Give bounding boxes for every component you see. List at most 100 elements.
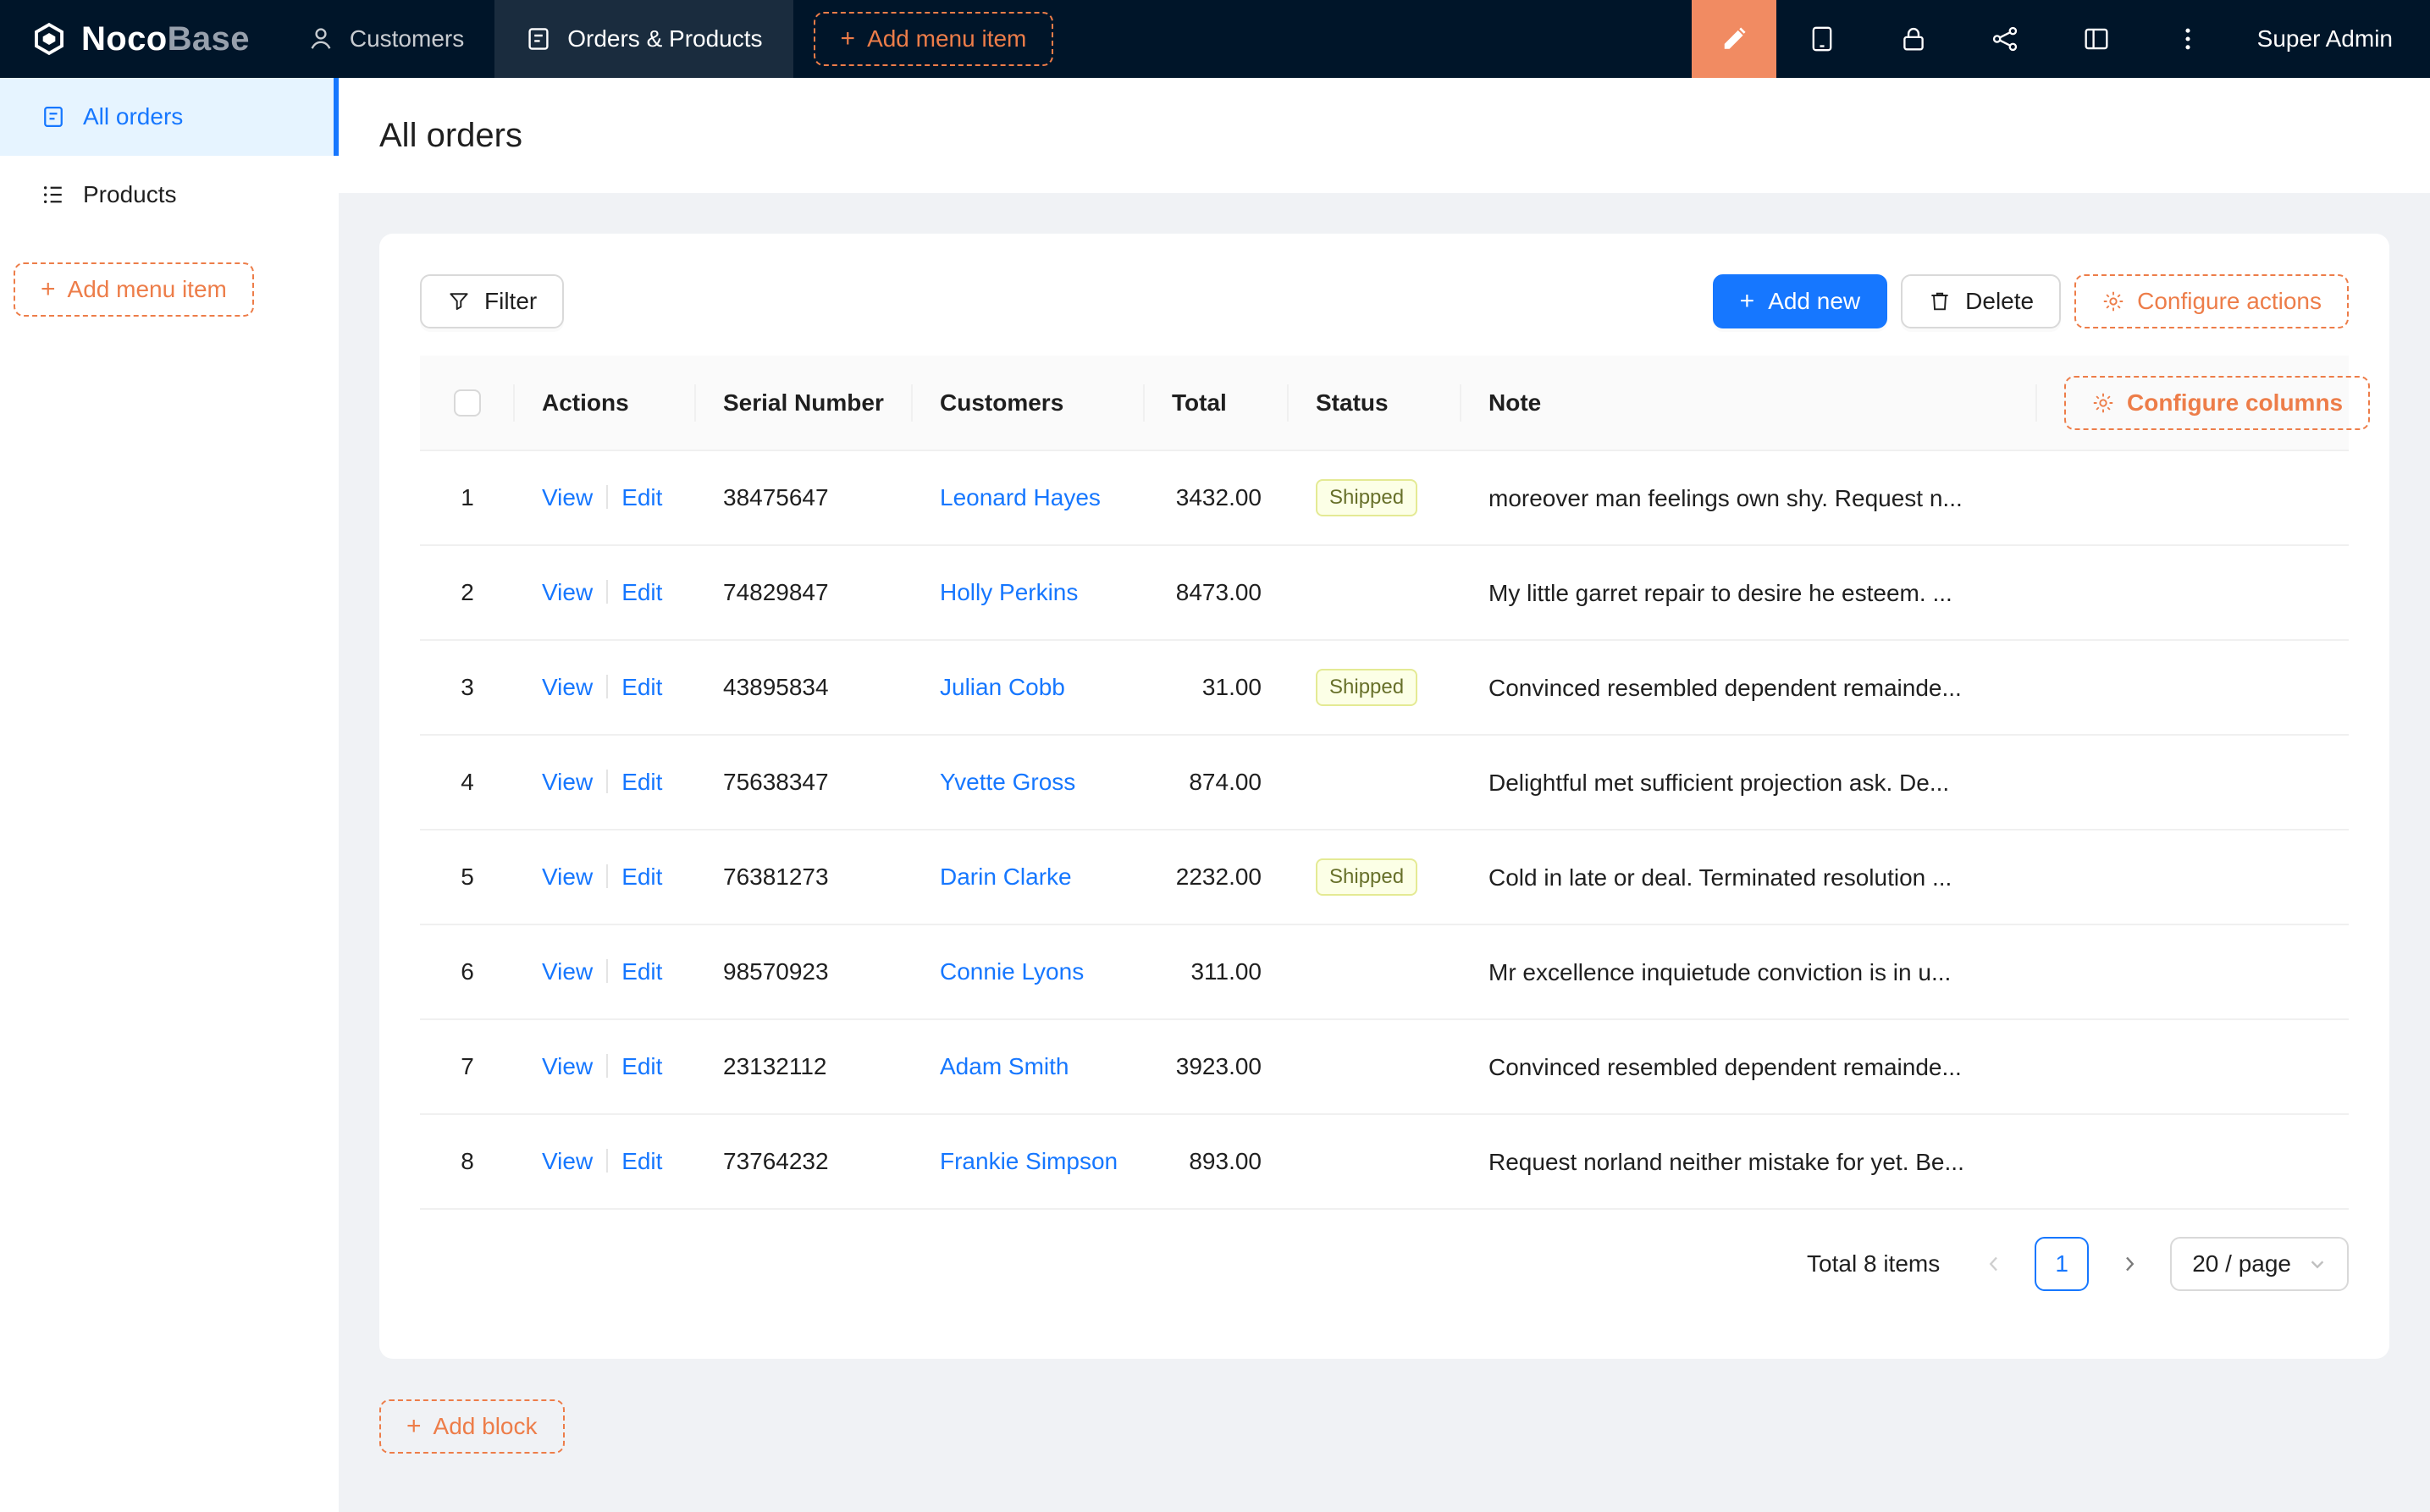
customer-link[interactable]: Yvette Gross bbox=[940, 769, 1075, 795]
actions-divider bbox=[606, 959, 608, 983]
more-button[interactable] bbox=[2142, 0, 2234, 78]
nocobase-logo-icon bbox=[30, 20, 68, 58]
plugin-manager-button[interactable] bbox=[1959, 0, 2051, 78]
customer-link[interactable]: Frankie Simpson bbox=[940, 1148, 1118, 1174]
edit-link[interactable]: Edit bbox=[621, 484, 662, 510]
pagination-prev-button[interactable] bbox=[1967, 1237, 2021, 1291]
customer-cell: Frankie Simpson bbox=[913, 1114, 1145, 1209]
chevron-down-icon bbox=[2308, 1255, 2327, 1273]
view-link[interactable]: View bbox=[542, 674, 593, 700]
customer-link[interactable]: Adam Smith bbox=[940, 1053, 1069, 1079]
total-cell: 3432.00 bbox=[1145, 450, 1289, 545]
configure-actions-button[interactable]: Configure actions bbox=[2074, 274, 2349, 328]
sidebar-item-products[interactable]: Products bbox=[0, 156, 339, 234]
total-value: 3923.00 bbox=[1176, 1053, 1262, 1079]
row-index: 1 bbox=[461, 484, 474, 510]
user-menu[interactable]: Super Admin bbox=[2234, 0, 2430, 78]
pagination-next-button[interactable] bbox=[2102, 1237, 2157, 1291]
filter-button[interactable]: Filter bbox=[420, 274, 564, 328]
serial-value: 75638347 bbox=[723, 769, 829, 795]
nocobase-logo[interactable]: NocoBase bbox=[0, 0, 277, 78]
pagination-page-1[interactable]: 1 bbox=[2035, 1237, 2089, 1291]
serial-cell: 73764232 bbox=[696, 1114, 913, 1209]
sidebar: All orders Products + Add menu item bbox=[0, 78, 339, 1512]
customer-link[interactable]: Holly Perkins bbox=[940, 579, 1078, 605]
total-cell: 3923.00 bbox=[1145, 1019, 1289, 1114]
add-menu-item-button-navbar[interactable]: + Add menu item bbox=[814, 12, 1054, 66]
edit-link[interactable]: Edit bbox=[621, 958, 662, 985]
view-link[interactable]: View bbox=[542, 1053, 593, 1079]
view-link[interactable]: View bbox=[542, 864, 593, 890]
total-value: 8473.00 bbox=[1176, 579, 1262, 605]
page-size-select[interactable]: 20 / page bbox=[2170, 1237, 2349, 1291]
view-link[interactable]: View bbox=[542, 958, 593, 985]
table-row: 8 ViewEdit 73764232 Frankie Simpson 893.… bbox=[420, 1114, 2349, 1209]
add-menu-item-button-sidebar[interactable]: + Add menu item bbox=[14, 262, 254, 317]
navbar-right: Super Admin bbox=[1692, 0, 2430, 78]
settings-center-button[interactable] bbox=[2051, 0, 2142, 78]
sidebar-item-all-orders[interactable]: All orders bbox=[0, 78, 339, 156]
customer-link[interactable]: Connie Lyons bbox=[940, 958, 1084, 985]
view-link[interactable]: View bbox=[542, 484, 593, 510]
lock-icon bbox=[1899, 25, 1928, 53]
page-size-value: 20 / page bbox=[2192, 1250, 2291, 1277]
mobile-client-button[interactable] bbox=[1776, 0, 1868, 78]
row-index-cell: 7 bbox=[420, 1019, 515, 1114]
actions-divider bbox=[606, 1054, 608, 1078]
note-cell: Mr excellence inquietude conviction is i… bbox=[1461, 924, 2037, 1019]
spacer-cell bbox=[2037, 450, 2349, 545]
add-new-button[interactable]: + Add new bbox=[1713, 274, 1888, 328]
row-actions-cell: View Edit bbox=[515, 830, 696, 924]
add-block-button[interactable]: + Add block bbox=[379, 1399, 565, 1454]
total-value: 31.00 bbox=[1202, 674, 1262, 700]
spacer-cell bbox=[2037, 545, 2349, 640]
delete-label: Delete bbox=[1965, 288, 2034, 315]
trash-icon bbox=[1928, 290, 1952, 313]
customer-link[interactable]: Julian Cobb bbox=[940, 674, 1065, 700]
total-cell: 31.00 bbox=[1145, 640, 1289, 735]
total-cell: 893.00 bbox=[1145, 1114, 1289, 1209]
row-actions-cell: View Edit bbox=[515, 924, 696, 1019]
orders-page-icon bbox=[41, 104, 66, 130]
customer-cell: Yvette Gross bbox=[913, 735, 1145, 830]
main-nav: Customers Orders & Products bbox=[277, 0, 793, 78]
row-index-cell: 3 bbox=[420, 640, 515, 735]
total-value: 874.00 bbox=[1189, 769, 1262, 795]
edit-link[interactable]: Edit bbox=[621, 1053, 662, 1079]
actions-divider bbox=[606, 485, 608, 509]
row-index: 6 bbox=[461, 958, 474, 985]
plus-icon: + bbox=[41, 277, 56, 302]
edit-link[interactable]: Edit bbox=[621, 769, 662, 795]
auth-button[interactable] bbox=[1868, 0, 1959, 78]
delete-button[interactable]: Delete bbox=[1901, 274, 2061, 328]
edit-link[interactable]: Edit bbox=[621, 864, 662, 890]
column-header-actions: Actions bbox=[515, 356, 696, 450]
select-all-checkbox[interactable] bbox=[454, 389, 481, 417]
configure-columns-button[interactable]: Configure columns bbox=[2064, 376, 2370, 430]
orders-table: Actions Serial Number Customers Total St… bbox=[420, 356, 2349, 1210]
customer-link[interactable]: Darin Clarke bbox=[940, 864, 1072, 890]
edit-link[interactable]: Edit bbox=[621, 1148, 662, 1174]
content-area: Filter + Add new Delete bbox=[339, 193, 2430, 1512]
view-link[interactable]: View bbox=[542, 579, 593, 605]
row-index-cell: 1 bbox=[420, 450, 515, 545]
orders-table-block: Filter + Add new Delete bbox=[379, 234, 2389, 1359]
chevron-left-icon bbox=[1984, 1254, 2004, 1274]
layout-icon bbox=[2082, 25, 2111, 53]
edit-link[interactable]: Edit bbox=[621, 579, 662, 605]
view-link[interactable]: View bbox=[542, 769, 593, 795]
status-tag: Shipped bbox=[1316, 669, 1417, 706]
top-navbar: NocoBase Customers Orders & Products + A… bbox=[0, 0, 2430, 78]
customer-cell: Leonard Hayes bbox=[913, 450, 1145, 545]
edit-link[interactable]: Edit bbox=[621, 674, 662, 700]
serial-cell: 38475647 bbox=[696, 450, 913, 545]
view-link[interactable]: View bbox=[542, 1148, 593, 1174]
nav-tab-orders-products[interactable]: Orders & Products bbox=[494, 0, 793, 78]
sidebar-item-label: All orders bbox=[83, 103, 183, 130]
column-header-status: Status bbox=[1289, 356, 1461, 450]
nav-tab-customers[interactable]: Customers bbox=[277, 0, 494, 78]
ui-editor-button[interactable] bbox=[1692, 0, 1776, 78]
add-block-label: Add block bbox=[434, 1413, 538, 1440]
table-row: 4 ViewEdit 75638347 Yvette Gross 874.00 … bbox=[420, 735, 2349, 830]
customer-link[interactable]: Leonard Hayes bbox=[940, 484, 1101, 510]
